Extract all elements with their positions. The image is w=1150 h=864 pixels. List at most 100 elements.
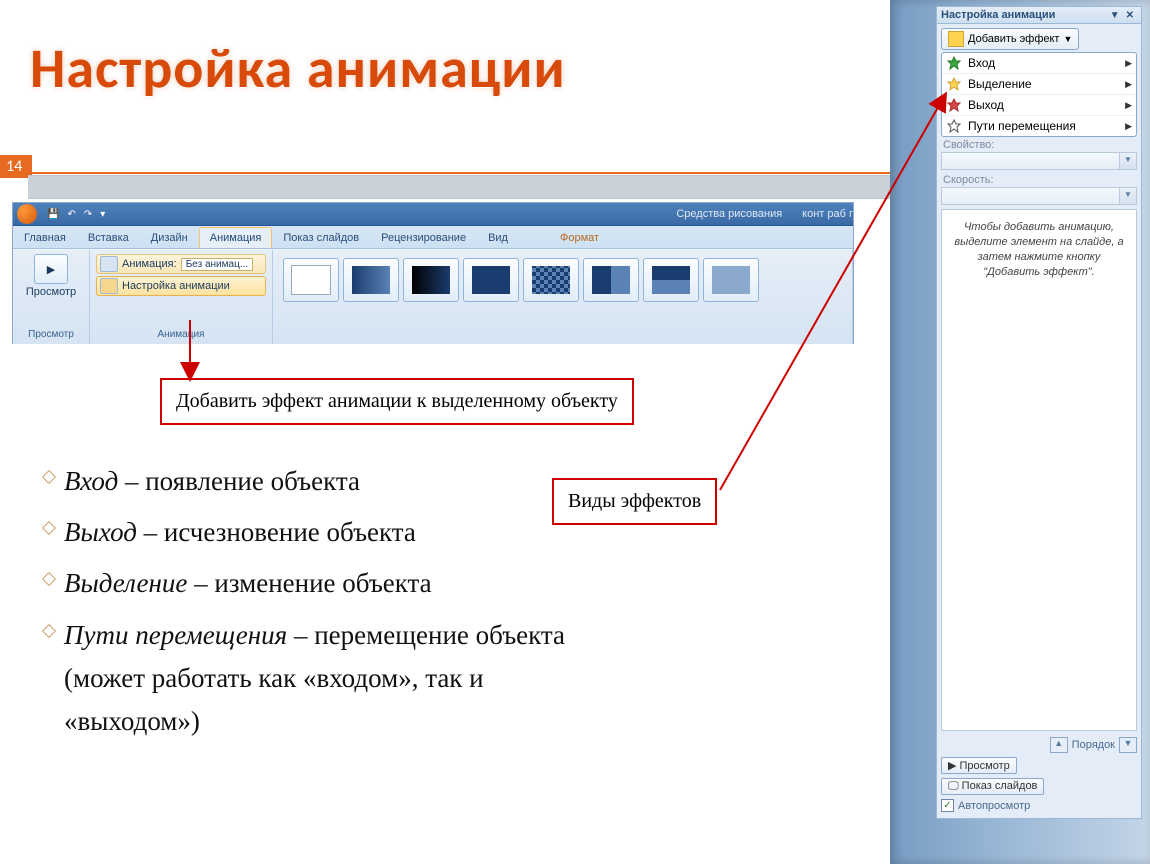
pane-title: Настройка анимации xyxy=(941,9,1107,21)
qat-more-icon[interactable]: ▾ xyxy=(96,209,109,220)
pane-dropdown-icon[interactable]: ▼ xyxy=(1107,10,1123,21)
autopreview-checkbox[interactable]: ✓ xyxy=(941,799,954,812)
effect-type-menu: Вход ▶ Выделение▶ Выход▶ Пути перемещения… xyxy=(941,52,1137,137)
preview-button-label: Просмотр xyxy=(26,286,76,298)
star-icon xyxy=(948,31,964,47)
chevron-down-icon: ▼ xyxy=(1119,153,1136,169)
title-bar: 💾 ↶ ↷ ▾ Средства рисования конт раб г xyxy=(13,203,853,226)
qat-redo-icon[interactable]: ↷ xyxy=(80,209,96,220)
custom-animation-label: Настройка анимации xyxy=(122,280,230,292)
menu-item-entrance[interactable]: Вход ▶ xyxy=(942,53,1136,74)
group-transitions xyxy=(273,250,853,344)
star-red-icon xyxy=(946,98,962,112)
callout-effect-types: Виды эффектов xyxy=(552,478,717,525)
field-property[interactable]: ▼ xyxy=(941,152,1137,170)
group-animation: Анимация: Без анимац... Настройка анимац… xyxy=(90,250,273,344)
contextual-tab-label: Средства рисования xyxy=(676,208,782,220)
group-animation-label: Анимация xyxy=(158,327,205,342)
ribbon-screenshot: 💾 ↶ ↷ ▾ Средства рисования конт раб г Гл… xyxy=(12,202,854,344)
tab-animation[interactable]: Анимация xyxy=(199,227,273,248)
office-button-icon[interactable] xyxy=(17,204,37,224)
custom-animation-button[interactable]: Настройка анимации xyxy=(96,276,266,296)
qat-save-icon[interactable]: 💾 xyxy=(43,209,63,220)
transition-wipe-h[interactable] xyxy=(583,258,639,302)
preview-button[interactable]: ▶ Просмотр xyxy=(941,757,1017,774)
divider-orange xyxy=(0,172,890,174)
transition-gallery[interactable] xyxy=(279,254,759,302)
star-green-icon xyxy=(946,56,962,70)
chevron-down-icon: ▼ xyxy=(1063,34,1072,44)
field-speed-label: Скорость: xyxy=(941,172,1137,186)
slide-title: Настройка анимации xyxy=(30,35,566,103)
transition-cut[interactable] xyxy=(463,258,519,302)
callout-add-effect: Добавить эффект анимации к выделенному о… xyxy=(160,378,634,425)
tab-review[interactable]: Рецензирование xyxy=(370,227,477,248)
tab-insert[interactable]: Вставка xyxy=(77,227,140,248)
autopreview-label: Автопросмотр xyxy=(958,800,1030,812)
slideshow-label: Показ слайдов xyxy=(962,780,1038,792)
menu-label: Вход xyxy=(968,56,995,70)
chevron-right-icon: ▶ xyxy=(1125,79,1132,90)
chevron-right-icon: ▶ xyxy=(1125,100,1132,111)
bullet-desc: – исчезновение объекта xyxy=(137,517,416,547)
add-effect-label: Добавить эффект xyxy=(968,33,1059,45)
diamond-bullet-icon xyxy=(42,521,56,535)
bullet-desc: – появление объекта xyxy=(118,466,360,496)
slideshow-button[interactable]: 🖵 Показ слайдов xyxy=(941,778,1044,795)
menu-label: Пути перемещения xyxy=(968,119,1076,133)
diamond-bullet-icon xyxy=(42,572,56,586)
chevron-right-icon: ▶ xyxy=(1125,121,1132,132)
bullet-term: Выделение xyxy=(64,568,187,598)
animation-list: Чтобы добавить анимацию, выделите элемен… xyxy=(941,209,1137,731)
transition-split[interactable] xyxy=(703,258,759,302)
list-item: Выделение – изменение объекта xyxy=(44,562,574,605)
tab-view[interactable]: Вид xyxy=(477,227,519,248)
transition-fadeblack[interactable] xyxy=(403,258,459,302)
tab-format[interactable]: Формат xyxy=(549,227,610,248)
divider-gray xyxy=(28,175,890,199)
chevron-right-icon: ▶ xyxy=(1125,58,1132,69)
animation-pane: Настройка анимации ▼ ✕ Добавить эффект ▼… xyxy=(936,6,1142,819)
animation-icon xyxy=(100,256,118,272)
field-property-label: Свойство: xyxy=(941,137,1137,151)
order-down-button[interactable]: ▼ xyxy=(1119,737,1137,753)
transition-dissolve[interactable] xyxy=(523,258,579,302)
group-preview-label: Просмотр xyxy=(28,327,74,342)
bullet-term: Вход xyxy=(64,466,118,496)
bullet-term: Пути перемещения xyxy=(64,620,287,650)
list-item: Пути перемещения – перемещение объекта (… xyxy=(44,614,574,744)
animation-value: Без анимац... xyxy=(181,258,253,271)
bullet-term: Выход xyxy=(64,517,137,547)
qat-undo-icon[interactable]: ↶ xyxy=(63,209,79,220)
bullet-desc: – изменение объекта xyxy=(187,568,431,598)
menu-item-exit[interactable]: Выход▶ xyxy=(942,95,1136,116)
diamond-bullet-icon xyxy=(42,623,56,637)
tab-home[interactable]: Главная xyxy=(13,227,77,248)
order-label: Порядок xyxy=(1072,739,1115,751)
add-effect-button[interactable]: Добавить эффект ▼ xyxy=(941,28,1079,50)
pane-titlebar: Настройка анимации ▼ ✕ xyxy=(936,6,1142,24)
preview-button[interactable]: ▶ Просмотр xyxy=(23,254,79,298)
tab-design[interactable]: Дизайн xyxy=(140,227,199,248)
animation-dropdown[interactable]: Анимация: Без анимац... xyxy=(96,254,266,274)
transition-none[interactable] xyxy=(283,258,339,302)
ribbon-tabs: Главная Вставка Дизайн Анимация Показ сл… xyxy=(13,226,853,249)
ribbon-body: ▶ Просмотр Просмотр Анимация: Без анимац… xyxy=(13,249,853,344)
list-item: Вход – появление объекта xyxy=(44,460,574,503)
document-name: конт раб г xyxy=(802,208,853,220)
transition-fade[interactable] xyxy=(343,258,399,302)
diamond-bullet-icon xyxy=(42,470,56,484)
group-preview: ▶ Просмотр Просмотр xyxy=(13,250,90,344)
pane-close-icon[interactable]: ✕ xyxy=(1123,10,1137,21)
transition-wipe-v[interactable] xyxy=(643,258,699,302)
animation-label: Анимация: xyxy=(122,258,177,270)
order-up-button[interactable]: ▲ xyxy=(1050,737,1068,753)
field-speed[interactable]: ▼ xyxy=(941,187,1137,205)
preview-icon: ▶ xyxy=(34,254,68,284)
preview-label: Просмотр xyxy=(960,760,1010,772)
menu-item-paths[interactable]: Пути перемещения ▶ xyxy=(942,116,1136,136)
custom-animation-icon xyxy=(100,278,118,294)
star-yellow-icon xyxy=(946,77,962,91)
menu-item-emphasis[interactable]: Выделение▶ xyxy=(942,74,1136,95)
tab-slideshow[interactable]: Показ слайдов xyxy=(272,227,370,248)
